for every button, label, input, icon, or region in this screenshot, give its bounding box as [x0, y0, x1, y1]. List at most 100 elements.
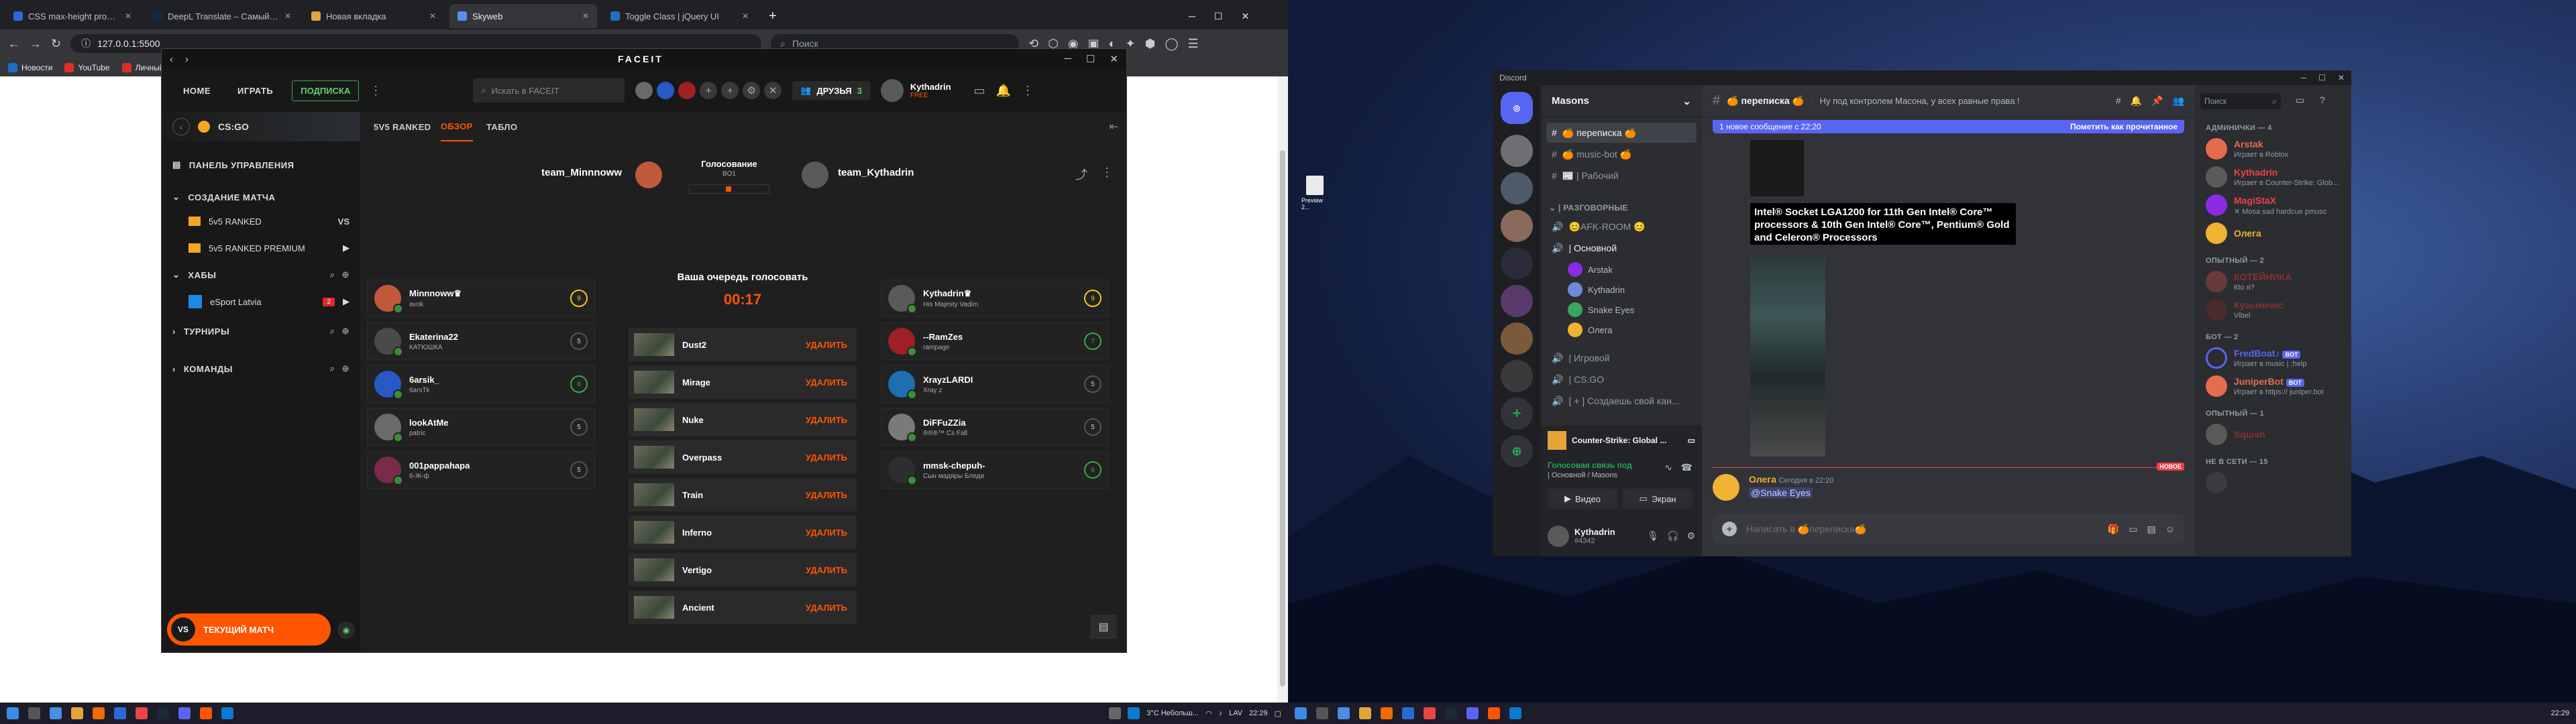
search-icon[interactable]	[1316, 707, 1328, 719]
members-icon[interactable]: 👥	[2173, 95, 2184, 107]
notification-icon[interactable]: ▢	[1275, 709, 1281, 718]
new-messages-bar[interactable]: 1 новое сообщение с 22:20 Пометить как п…	[1713, 120, 2184, 133]
bookmark-personal[interactable]: Личный	[121, 62, 164, 72]
member-item[interactable]: FredBoat♪ BOT Играет в music | ;help	[2200, 344, 2348, 372]
play-icon[interactable]: ▶	[343, 296, 350, 307]
folder-icon[interactable]	[71, 707, 83, 719]
menu-icon[interactable]: ☰	[1187, 37, 1198, 51]
map-card[interactable]: Nuke УДАЛИТЬ	[629, 403, 857, 436]
inbox-icon[interactable]: ▭	[2296, 95, 2304, 106]
desktop-icon[interactable]: Preview 2...	[1301, 176, 1328, 210]
sticker-icon[interactable]: ▤	[2147, 524, 2155, 535]
server-icon[interactable]	[1501, 285, 1533, 317]
minimize-icon[interactable]: ─	[2301, 73, 2307, 82]
explore-icon[interactable]: ⊕	[1501, 435, 1533, 467]
back-icon[interactable]: ‹	[172, 118, 190, 135]
player-card[interactable]: --RamZes rampage 7	[881, 322, 1109, 360]
channel-item[interactable]: # 📰 | Рабочий	[1546, 166, 1697, 186]
minimize-icon[interactable]: ─	[1189, 11, 1195, 21]
folder-icon[interactable]	[1359, 707, 1371, 719]
more-icon[interactable]: ⋮	[370, 84, 382, 98]
channel-item[interactable]: # 🍊 переписка 🍊	[1546, 123, 1697, 143]
attachment-image[interactable]	[1750, 255, 1825, 457]
close-tab-icon[interactable]: ✕	[429, 11, 436, 21]
player-card[interactable]: lookAtMe patric 5	[367, 408, 595, 446]
player-card[interactable]: 6arsik_ 6arsTk 6	[367, 365, 595, 403]
search-icon[interactable]: ⌕	[330, 363, 335, 374]
player-card[interactable]: mmsk-chepuh- Сын мадяры Бледи 6	[881, 451, 1109, 489]
add-icon[interactable]: ⊕	[342, 269, 350, 280]
back-icon[interactable]: ‹	[170, 54, 173, 65]
member-item[interactable]: Олега	[2200, 219, 2348, 247]
faceit-search-input[interactable]: ⌕ Искать в FACEIT	[473, 78, 625, 103]
app-icon[interactable]	[1338, 707, 1350, 719]
browser-tab[interactable]: CSS max-height property ✕	[5, 4, 140, 28]
threads-icon[interactable]: #	[2116, 95, 2121, 107]
player-card[interactable]: Ekaterina22 КАТЮШКА 5	[367, 322, 595, 360]
steam-icon[interactable]	[157, 707, 169, 719]
search-icon[interactable]: ⌕	[330, 269, 335, 280]
server-icon[interactable]	[1501, 247, 1533, 280]
profile-icon[interactable]: ◯	[1165, 37, 1178, 51]
server-icon[interactable]	[1501, 360, 1533, 392]
avatar[interactable]	[1713, 474, 1739, 501]
gif-icon[interactable]: ▭	[2129, 524, 2137, 535]
voice-user[interactable]: Snake Eyes	[1568, 301, 1634, 318]
map-card[interactable]: Ancient УДАЛИТЬ	[629, 591, 857, 624]
member-item[interactable]	[2200, 469, 2348, 497]
tab-ranked[interactable]: 5V5 RANKED	[374, 112, 431, 141]
scrollbar-thumb[interactable]	[1280, 150, 1285, 686]
close-party-icon[interactable]: ✕	[764, 82, 782, 99]
map-card[interactable]: Train УДАЛИТЬ	[629, 478, 857, 511]
add-party-icon[interactable]: +	[721, 82, 739, 99]
faceit-icon[interactable]	[200, 707, 212, 719]
app-icon[interactable]	[1402, 707, 1414, 719]
close-tab-icon[interactable]: ✕	[582, 11, 589, 21]
disconnect-icon[interactable]: ☎	[1681, 462, 1693, 473]
remove-map-button[interactable]: УДАЛИТЬ	[806, 452, 851, 463]
bell-icon[interactable]: 🔔	[2131, 95, 2142, 107]
hubs-section[interactable]: ⌄ ХАБЫ ⌕ ⊕	[162, 265, 360, 285]
more-icon[interactable]: ⋮	[1101, 166, 1113, 180]
member-item[interactable]: MagiStaX ✕ Mosa sad hardcue pmusc	[2200, 191, 2348, 219]
discord-home-icon[interactable]: ◎	[1501, 92, 1533, 124]
remove-map-button[interactable]: УДАЛИТЬ	[806, 490, 851, 500]
server-icon[interactable]	[1501, 135, 1533, 167]
noise-icon[interactable]: ∿	[1664, 462, 1672, 473]
voice-user[interactable]: Kythadrin	[1568, 281, 1625, 298]
player-card[interactable]: 001pappahapa б-Ж-ф 5	[367, 451, 595, 489]
voice-channel[interactable]: 🔊 [ + ] Создаешь свой кан...	[1546, 391, 1697, 411]
player-card[interactable]: DiFFuZZia ®®®™ Cs Fall 5	[881, 408, 1109, 446]
player-card[interactable]: XrayzLARDI Xray z 5	[881, 365, 1109, 403]
close-tab-icon[interactable]: ✕	[125, 11, 131, 21]
microphone-icon[interactable]: 🎙	[1647, 530, 1659, 542]
member-item[interactable]: Squish	[2200, 420, 2348, 448]
voice-category[interactable]: ⌄ | РАЗГОВОРНЫЕ	[1549, 203, 1628, 213]
more-icon[interactable]: ⋮	[1022, 84, 1034, 98]
add-server-icon[interactable]: +	[1501, 398, 1533, 430]
member-item[interactable]: Кузьмичес Vibel	[2200, 296, 2348, 324]
close-icon[interactable]: ✕	[2338, 73, 2345, 82]
create-match-section[interactable]: ⌄ СОЗДАНИЕ МАТЧА	[162, 187, 360, 207]
member-item[interactable]: Kythadrin Играет в Counter-Strike: Glob..…	[2200, 163, 2348, 191]
settings-icon[interactable]: ⚙	[743, 82, 761, 99]
wifi-icon[interactable]: ◠	[1205, 709, 1212, 718]
search-icon[interactable]	[28, 707, 40, 719]
page-scrollbar[interactable]	[1277, 76, 1288, 703]
message-author[interactable]: Олега	[1749, 474, 1776, 485]
close-tab-icon[interactable]: ✕	[284, 11, 291, 21]
reload-icon[interactable]: ↻	[51, 37, 61, 51]
message-input[interactable]: + Написать в 🍊переписка🍊 🎁 ▭ ▤ ☺	[1713, 514, 2184, 544]
volume-icon[interactable]: ♪	[1219, 709, 1223, 717]
app-icon[interactable]	[114, 707, 126, 719]
gift-icon[interactable]: 🎁	[2108, 524, 2119, 535]
browser-tab[interactable]: Toggle Class | jQuery UI ✕	[602, 4, 757, 28]
pin-icon[interactable]: 📌	[2151, 95, 2163, 107]
member-item[interactable]: JuniperBot BOT Играет в https:// juniper.b…	[2200, 372, 2348, 400]
chat-icon[interactable]: ▤	[1090, 615, 1117, 639]
tournaments-section[interactable]: › ТУРНИРЫ ⌕ ⊕	[162, 321, 360, 341]
server-icon[interactable]	[1501, 210, 1533, 242]
map-card[interactable]: Dust2 УДАЛИТЬ	[629, 328, 857, 361]
notifications-icon[interactable]: 🔔	[996, 84, 1011, 98]
member-item[interactable]: Arstak Играет в Roblox	[2200, 135, 2348, 163]
